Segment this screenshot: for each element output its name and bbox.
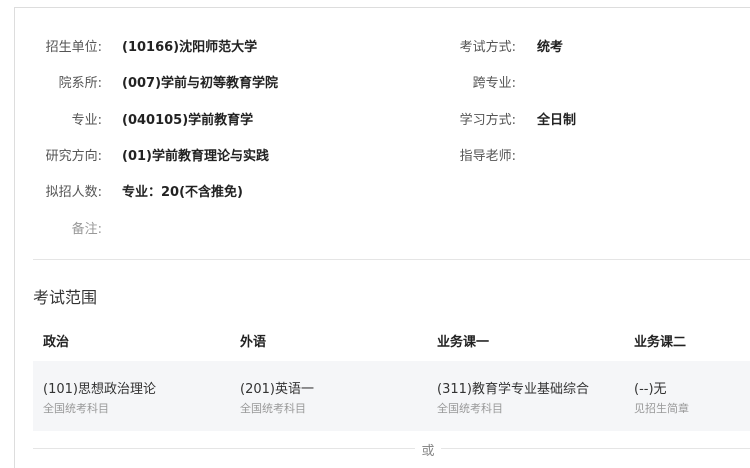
direction-label: 研究方向:	[45, 149, 102, 164]
header-course-two: 业务课二	[634, 335, 687, 350]
advisor-label: 指导老师:	[459, 149, 516, 164]
exam-mode-label: 考试方式:	[459, 40, 516, 55]
header-politics: 政治	[43, 335, 70, 350]
quota-label: 拟招人数:	[45, 185, 102, 200]
study-mode-label: 学习方式:	[459, 113, 516, 128]
course-two-subject: (--)无	[634, 382, 667, 397]
or-divider-text: 或	[415, 440, 441, 459]
foreign-language-subject: (201)英语一	[240, 382, 314, 397]
exam-scope-title: 考试范围	[33, 288, 98, 307]
dept-value: (007)学前与初等教育学院	[122, 76, 279, 91]
quota-value: 专业：20(不含推免)	[122, 185, 243, 200]
remark-label: 备注:	[71, 222, 102, 237]
course-one-note: 全国统考科目	[437, 402, 503, 415]
dept-label: 院系所:	[58, 76, 102, 91]
unit-label: 招生单位:	[45, 40, 102, 55]
course-one-subject: (311)教育学专业基础综合	[437, 382, 589, 397]
cross-major-label: 跨专业:	[472, 76, 516, 91]
header-foreign-language: 外语	[240, 335, 267, 350]
unit-value: (10166)沈阳师范大学	[122, 40, 258, 55]
study-mode-value: 全日制	[537, 113, 577, 128]
major-value: (040105)学前教育学	[122, 113, 254, 128]
header-course-one: 业务课一	[437, 335, 490, 350]
course-two-note: 见招生简章	[634, 402, 689, 415]
direction-value: (01)学前教育理论与实践	[122, 149, 269, 164]
foreign-language-note: 全国统考科目	[240, 402, 306, 415]
politics-note: 全国统考科目	[43, 402, 109, 415]
politics-subject: (101)思想政治理论	[43, 382, 156, 397]
section-divider	[33, 259, 750, 260]
major-label: 专业:	[71, 113, 102, 128]
or-divider-line	[33, 448, 750, 449]
exam-mode-value: 统考	[537, 40, 564, 55]
